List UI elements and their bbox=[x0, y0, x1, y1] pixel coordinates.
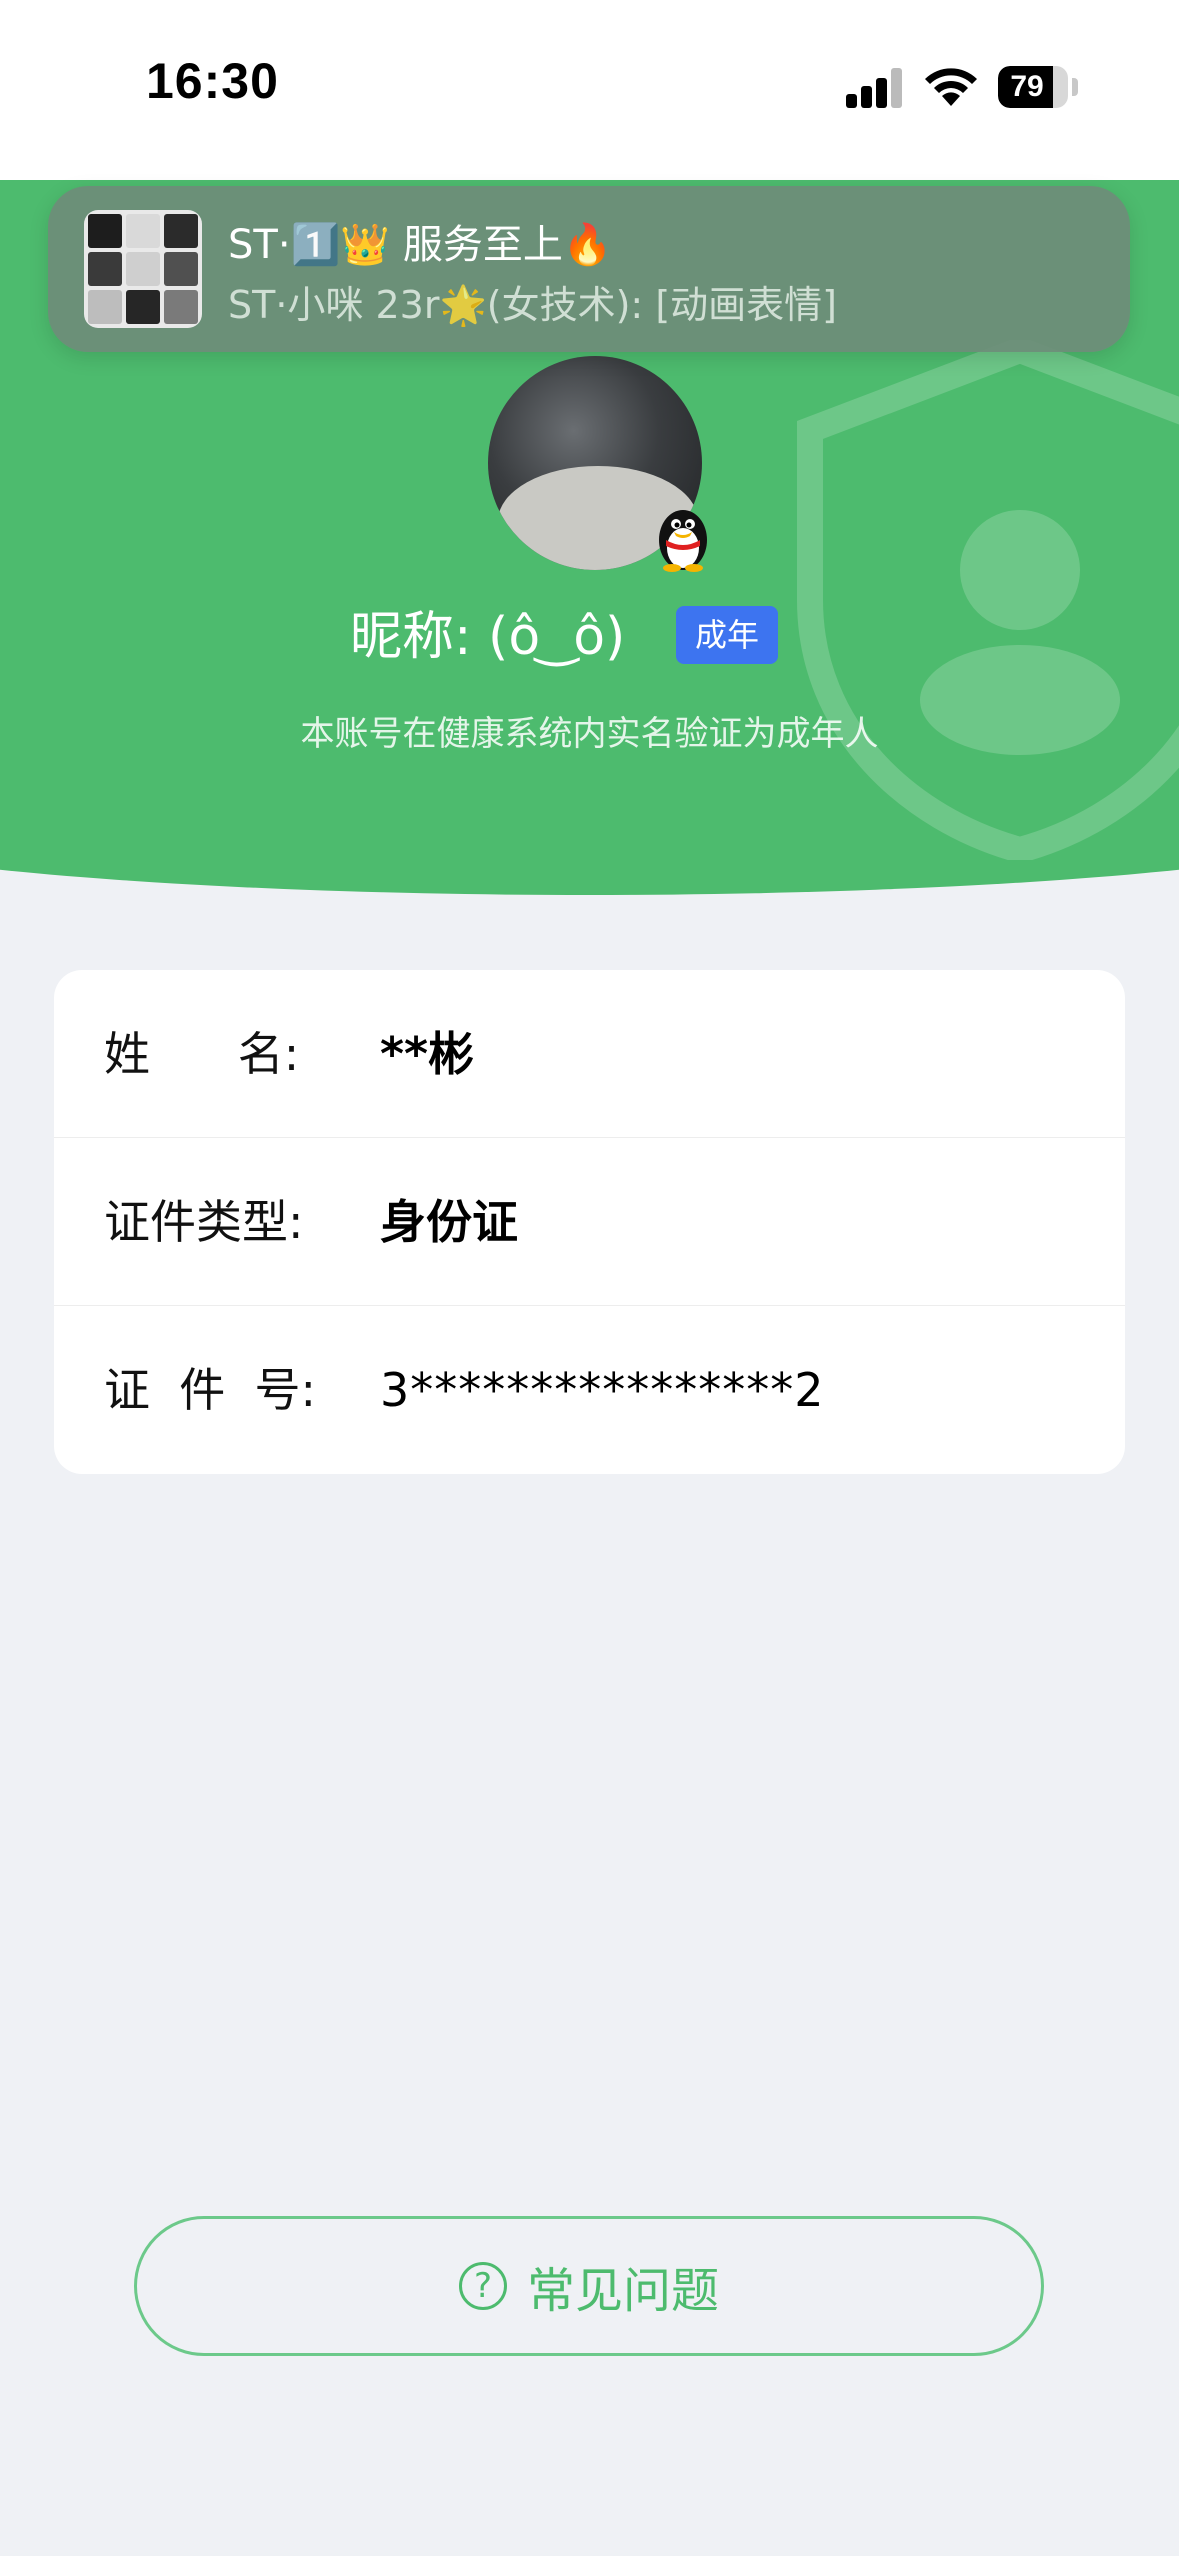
question-circle-icon: ? bbox=[458, 2262, 507, 2310]
notification-banner[interactable]: ST·1️⃣👑 服务至上🔥 ST·小咪 23r🌟(女技术): [动画表情] bbox=[48, 186, 1130, 352]
id-number-value: 3****************2 bbox=[380, 1363, 825, 1417]
notification-title: ST·1️⃣👑 服务至上🔥 bbox=[228, 222, 613, 268]
battery-level: 79 bbox=[1010, 70, 1044, 103]
info-row-id-type: 证件类型: 身份证 bbox=[54, 1138, 1125, 1306]
id-type-label: 证件类型: bbox=[104, 1195, 304, 1249]
faq-button[interactable]: ? 常见问题 bbox=[134, 2216, 1044, 2356]
status-time: 16:30 bbox=[146, 53, 279, 109]
adult-badge: 成年 bbox=[676, 606, 778, 664]
nickname: 昵称: (ô ͜ ô) bbox=[350, 607, 626, 667]
info-row-id-number: 证 件 号: 3****************2 bbox=[54, 1306, 1125, 1474]
qq-penguin-icon bbox=[659, 510, 707, 572]
faq-label: 常见问题 bbox=[526, 2263, 719, 2319]
info-row-name: 姓 名: **彬 bbox=[54, 970, 1125, 1138]
real-name-verification-page: 16:30 79 ST·1️⃣👑 服务至上🔥 ST·小咪 23r🌟(女技术): … bbox=[0, 0, 1179, 2556]
shield-decoration-icon bbox=[797, 340, 1179, 860]
verification-description: 本账号在健康系统内实名验证为成年人 bbox=[300, 714, 879, 754]
notification-message: ST·小咪 23r🌟(女技术): [动画表情] bbox=[228, 283, 837, 327]
battery-nub bbox=[1072, 78, 1078, 96]
cellular-signal-icon bbox=[846, 68, 904, 108]
id-number-label: 证 件 号: bbox=[104, 1363, 316, 1417]
name-label: 姓 名: bbox=[104, 1027, 300, 1081]
wifi-icon bbox=[925, 68, 977, 106]
status-bar: 16:30 79 bbox=[0, 0, 1179, 180]
battery-icon: 79 bbox=[998, 66, 1068, 108]
name-value: **彬 bbox=[380, 1027, 475, 1081]
group-avatar bbox=[84, 210, 202, 328]
identity-info-card: 姓 名: **彬 证件类型: 身份证 证 件 号: 3*************… bbox=[54, 970, 1125, 1474]
id-type-value: 身份证 bbox=[380, 1195, 518, 1249]
